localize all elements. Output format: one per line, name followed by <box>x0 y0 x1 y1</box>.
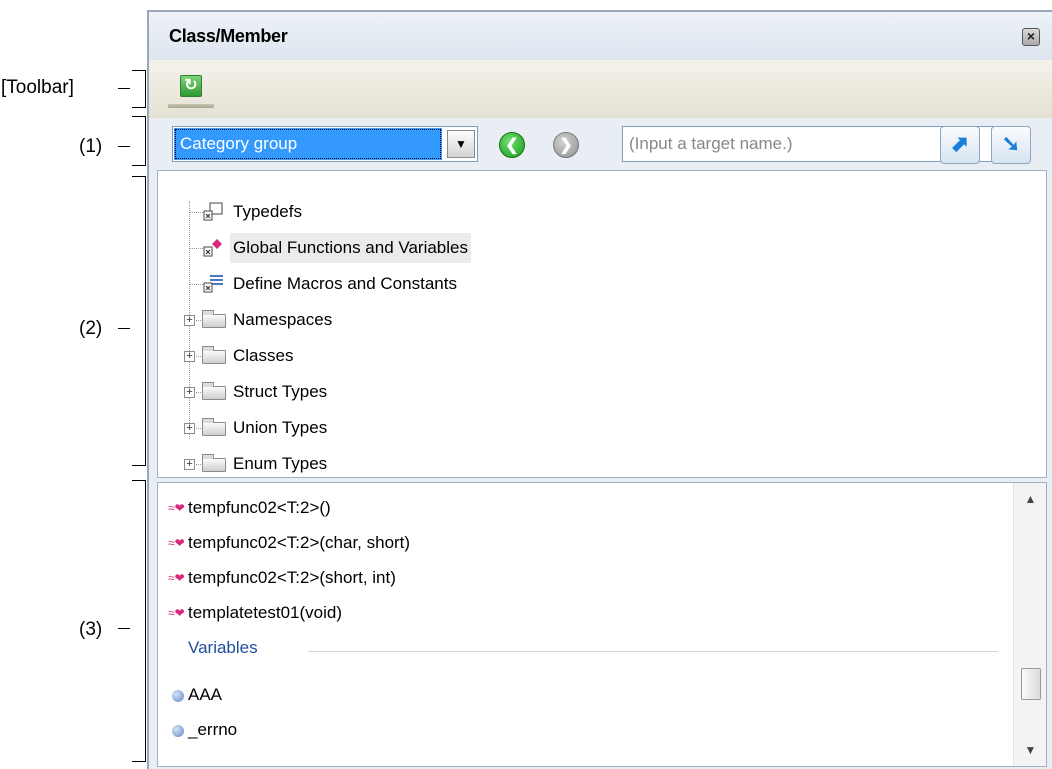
tick-area-2 <box>118 328 130 329</box>
refresh-button[interactable]: ↻ <box>166 68 216 108</box>
function-row[interactable]: ≈❤ tempfunc02<T:2>(short, int) <box>158 563 998 593</box>
forward-arrow-icon: ❯ <box>553 132 579 158</box>
refresh-button-underline <box>168 104 214 108</box>
tick-toolbar <box>118 88 130 89</box>
tree-item[interactable]: + Namespaces <box>158 305 1038 335</box>
chevron-down-icon[interactable]: ▼ <box>447 130 475 158</box>
function-icon: ≈❤ <box>168 536 185 550</box>
function-row[interactable]: ≈❤ tempfunc02<T:2>() <box>158 493 998 523</box>
tree-item-label: Classes <box>233 346 294 365</box>
function-label: tempfunc02<T:2>(short, int) <box>188 568 396 587</box>
display-mode-select[interactable]: Category group ▼ <box>172 126 478 162</box>
tree-connector-line <box>189 248 203 249</box>
expand-icon[interactable]: + <box>184 387 195 398</box>
tree-item[interactable]: + Enum Types <box>158 449 1038 479</box>
folder-icon <box>202 310 226 328</box>
tree-item-label: Typedefs <box>233 202 302 221</box>
navigation-bar: Category group ▼ ❮ ❯ ▼ ⬈ ➘ <box>149 118 1052 170</box>
panel-titlebar: Class/Member × <box>149 12 1052 60</box>
function-label: tempfunc02<T:2>() <box>188 498 331 517</box>
function-label: templatetest01(void) <box>188 603 343 622</box>
bracket-area-2 <box>132 176 146 466</box>
annotation-area-1: (1) <box>79 136 103 157</box>
macro-icon <box>202 274 224 294</box>
annotation-toolbar: [Toolbar] <box>1 77 74 98</box>
variable-icon <box>172 690 184 702</box>
target-name-input[interactable] <box>629 131 959 157</box>
tick-area-1 <box>118 146 130 147</box>
class-member-panel: Class/Member × ↻ Category group ▼ ❮ ❯ ▼ … <box>147 10 1052 769</box>
variable-row[interactable]: _errno <box>158 715 998 745</box>
jump-button[interactable]: ➘ <box>991 126 1031 164</box>
back-button[interactable]: ❮ <box>497 130 527 160</box>
jump-arrow-icon: ➘ <box>1001 131 1021 156</box>
refresh-icon: ↻ <box>180 75 202 97</box>
tree-item-label: Global Functions and Variables <box>230 233 471 263</box>
folder-icon <box>202 454 226 472</box>
tree-item[interactable]: Typedefs <box>158 197 1038 227</box>
tree-item-label: Union Types <box>233 418 328 437</box>
forward-button[interactable]: ❯ <box>551 130 581 160</box>
tree-item-label: Enum Types <box>233 454 328 473</box>
annotation-area-2: (2) <box>79 318 103 339</box>
up-arrow-icon: ⬈ <box>950 131 970 156</box>
tree-item-label: Namespaces <box>233 310 333 329</box>
function-label: tempfunc02<T:2>(char, short) <box>188 533 411 552</box>
tree-connector-line <box>189 212 203 213</box>
bracket-area-3 <box>132 480 146 762</box>
tree-item[interactable]: + Struct Types <box>158 377 1038 407</box>
expand-icon[interactable]: + <box>184 315 195 326</box>
group-divider <box>308 651 998 652</box>
scroll-up-icon[interactable]: ▲ <box>1014 485 1047 513</box>
scroll-down-icon[interactable]: ▼ <box>1014 736 1047 764</box>
variable-label: AAA <box>188 685 223 704</box>
tree-item[interactable]: + Classes <box>158 341 1038 371</box>
display-mode-value: Category group <box>174 128 442 160</box>
bracket-toolbar <box>132 70 146 108</box>
tree-item[interactable]: Define Macros and Constants <box>158 269 1038 299</box>
expand-icon[interactable]: + <box>184 459 195 470</box>
global-icon <box>202 238 224 258</box>
function-row[interactable]: ≈❤ tempfunc02<T:2>(char, short) <box>158 528 998 558</box>
tree-item-label: Struct Types <box>233 382 328 401</box>
folder-icon <box>202 418 226 436</box>
variable-icon <box>172 725 184 737</box>
tree-item-label: Define Macros and Constants <box>233 274 457 293</box>
back-arrow-icon: ❮ <box>499 132 525 158</box>
function-icon: ≈❤ <box>168 606 185 620</box>
variable-label: _errno <box>188 720 238 739</box>
variables-group-label: Variables <box>188 638 258 657</box>
tree-item[interactable]: Global Functions and Variables <box>158 233 1038 263</box>
tick-area-3 <box>118 628 130 629</box>
function-icon: ≈❤ <box>168 571 185 585</box>
expand-icon[interactable]: + <box>184 423 195 434</box>
bracket-area-1 <box>132 116 146 166</box>
annotation-area-3: (3) <box>79 619 103 640</box>
toolbar: ↻ <box>149 60 1052 118</box>
variable-row[interactable]: AAA <box>158 680 998 710</box>
category-tree: Typedefs Global Functions and Variables De… <box>157 170 1047 478</box>
function-icon: ≈❤ <box>168 501 185 515</box>
panel-title: Class/Member <box>169 26 288 46</box>
tree-connector-line <box>189 284 203 285</box>
typedef-icon <box>202 202 224 222</box>
member-list: ≈❤ tempfunc02<T:2>() ≈❤ tempfunc02<T:2>(cha… <box>157 482 1047 767</box>
vertical-scrollbar[interactable]: ▲ ▼ <box>1013 483 1046 766</box>
close-icon[interactable]: × <box>1022 28 1040 46</box>
expand-icon[interactable]: + <box>184 351 195 362</box>
function-row[interactable]: ≈❤ templatetest01(void) <box>158 598 998 628</box>
scrollbar-thumb[interactable] <box>1021 668 1041 700</box>
tree-item[interactable]: + Union Types <box>158 413 1038 443</box>
go-up-button[interactable]: ⬈ <box>940 126 980 164</box>
folder-icon <box>202 382 226 400</box>
folder-icon <box>202 346 226 364</box>
